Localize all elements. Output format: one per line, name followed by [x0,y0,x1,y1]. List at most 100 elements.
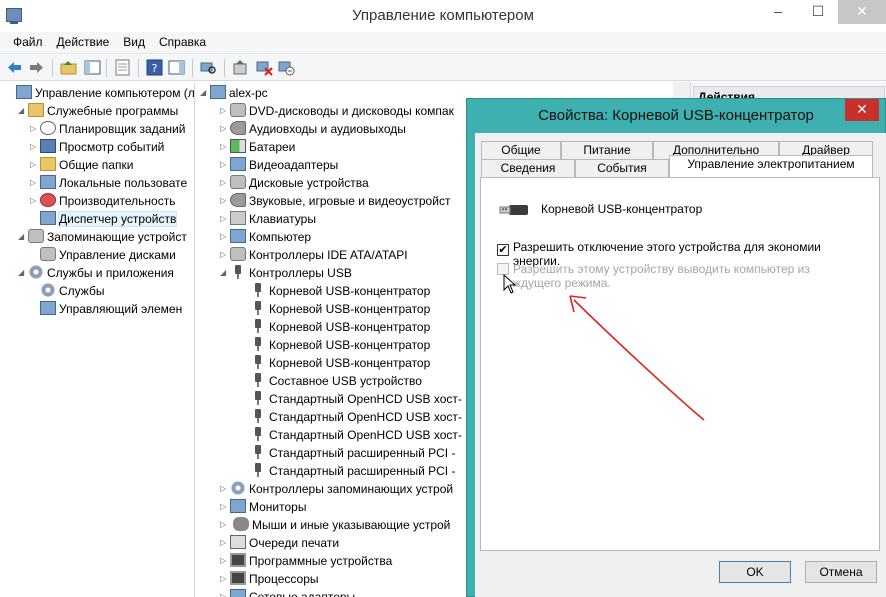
device-tree-item[interactable]: Стандартный расширенный PCI - [240,444,455,462]
device-tree-item[interactable]: Корневой USB-концентратор [240,336,430,354]
tab-general[interactable]: Общие [481,141,561,159]
disable-device-icon[interactable] [256,59,273,76]
device-tree-item[interactable]: Корневой USB-концентратор [240,300,430,318]
device-tree-item[interactable]: ▷ Контроллеры IDE ATA/ATAPI [220,246,408,264]
collapsed-arrow-icon[interactable]: ▷ [220,552,230,570]
collapsed-arrow-icon[interactable]: ▷ [220,570,230,588]
device-tree-item[interactable]: Корневой USB-концентратор [240,318,430,336]
device-tree-item[interactable]: Стандартный OpenHCD USB хост- [240,408,462,426]
collapsed-arrow-icon[interactable]: ▷ [220,480,230,498]
collapsed-arrow-icon[interactable]: ▷ [220,102,230,120]
folder-icon [28,103,44,117]
tab-details[interactable]: Сведения [481,159,575,177]
nav-tree-item[interactable]: ▷ Планировщик заданий [30,120,185,138]
close-button[interactable]: ✕ [838,0,886,24]
menu-view[interactable]: Вид [116,32,152,53]
collapsed-arrow-icon[interactable]: ▷ [220,516,230,534]
collapsed-arrow-icon[interactable]: ▷ [220,120,230,138]
cancel-button[interactable]: Отмена [805,561,877,583]
up-folder-icon[interactable] [60,59,77,76]
action-pane-icon[interactable] [168,59,185,76]
allow-power-off-checkbox[interactable]: ✔ [497,244,509,256]
help-icon[interactable]: ? [146,59,163,76]
scan-hardware-icon[interactable] [200,59,217,76]
collapsed-arrow-icon[interactable]: ▷ [220,228,230,246]
device-tree-item[interactable]: ▷ Мыши и иные указывающие устрой [220,516,450,534]
device-tree-item[interactable]: ▷ Клавиатуры [220,210,316,228]
device-tree-item[interactable]: ▷ Звуковые, игровые и видеоустройст [220,192,450,210]
device-tree-item[interactable]: ▷ Контроллеры запоминающих устрой [220,480,453,498]
nav-tree-item[interactable]: ◢ Запоминающие устройст [18,228,187,246]
collapsed-arrow-icon[interactable]: ▷ [220,138,230,156]
device-tree-item[interactable]: ▷ Компьютер [220,228,311,246]
device-tree-item[interactable]: ▷ Видеоадаптеры [220,156,338,174]
collapsed-arrow-icon[interactable]: ▷ [220,210,230,228]
collapsed-arrow-icon[interactable]: ▷ [30,174,40,192]
show-hide-tree-icon[interactable] [84,59,101,76]
device-tree-item[interactable]: ▷ Батареи [220,138,295,156]
nav-tree-item[interactable]: ◢ Службы и приложения [18,264,174,282]
tab-events[interactable]: События [575,159,669,177]
tab-power-management[interactable]: Управление электропитанием [669,155,873,177]
device-tree-item[interactable]: ▷ Очереди печати [220,534,339,552]
device-tree-item[interactable]: Корневой USB-концентратор [240,282,430,300]
ok-button[interactable]: OK [719,561,791,583]
device-tree-item[interactable]: ▷ DVD-дисководы и дисководы компак [220,102,454,120]
device-tree-item[interactable]: ◢ Контроллеры USB [220,264,352,282]
device-tree-item[interactable]: ▷ Мониторы [220,498,306,516]
dialog-close-button[interactable]: ✕ [845,99,879,121]
collapsed-arrow-icon[interactable]: ▷ [220,588,230,597]
forward-arrow-icon[interactable] [28,59,45,76]
device-tree-item[interactable]: ▷ Сетевые адаптеры [220,588,355,597]
update-driver-icon[interactable] [232,59,249,76]
nav-tree-item[interactable]: ▷ Просмотр событий [30,138,164,156]
expanded-arrow-icon[interactable]: ◢ [220,264,230,282]
maximize-button[interactable]: ☐ [798,0,838,24]
collapsed-arrow-icon[interactable]: ▷ [220,192,230,210]
tree-item-label: Корневой USB-концентратор [269,356,431,370]
uninstall-device-icon[interactable] [278,59,295,76]
device-tree-item[interactable]: Стандартный OpenHCD USB хост- [240,426,462,444]
device-tree-item[interactable]: ▷ Программные устройства [220,552,392,570]
collapsed-arrow-icon[interactable]: ▷ [220,246,230,264]
nav-tree-item[interactable]: ▷ Производительность [30,192,175,210]
expanded-arrow-icon[interactable]: ◢ [18,228,28,246]
menu-file[interactable]: Файл [6,32,50,53]
collapsed-arrow-icon[interactable]: ▷ [220,156,230,174]
device-tree-item[interactable]: Составное USB устройство [240,372,422,390]
nav-tree-item[interactable]: ▷ Общие папки [30,156,133,174]
expanded-arrow-icon[interactable]: ◢ [18,264,28,282]
collapsed-arrow-icon[interactable]: ▷ [30,192,40,210]
collapsed-arrow-icon[interactable]: ▷ [30,138,40,156]
collapsed-arrow-icon[interactable]: ▷ [220,534,230,552]
nav-tree-item[interactable]: ◢ Служебные программы [18,102,178,120]
collapsed-arrow-icon[interactable]: ▷ [220,498,230,516]
nav-tree-item[interactable]: Управляющий элемен [30,300,182,318]
device-tree-item[interactable]: Корневой USB-концентратор [240,354,430,372]
minimize-button[interactable]: – [758,0,798,24]
device-tree-item[interactable]: ▷ Аудиовходы и аудиовыходы [220,120,406,138]
expanded-arrow-icon[interactable]: ◢ [18,102,28,120]
tree-item-label: DVD-дисководы и дисководы компак [249,104,454,118]
collapsed-arrow-icon[interactable]: ▷ [30,120,40,138]
nav-tree-item[interactable]: Службы [30,282,104,300]
device-tree-item[interactable]: Стандартный расширенный PCI - [240,462,455,480]
device-tree-item[interactable]: Стандартный OpenHCD USB хост- [240,390,462,408]
device-tree-item[interactable]: ◢ alex-pc [200,84,268,102]
nav-tree-item[interactable]: ▷ Локальные пользовате [30,174,187,192]
expanded-arrow-icon[interactable]: ◢ [200,84,210,102]
nav-tree-item[interactable]: Управление компьютером (л [6,84,194,102]
collapsed-arrow-icon[interactable]: ▷ [30,156,40,174]
menu-help[interactable]: Справка [152,32,213,53]
tab-power[interactable]: Питание [561,141,653,159]
menu-action[interactable]: Действие [50,32,117,53]
nav-tree-item[interactable]: Управление дисками [30,246,176,264]
usb-icon [250,355,266,369]
back-arrow-icon[interactable] [6,59,23,76]
nav-tree-item[interactable]: Диспетчер устройств [30,210,178,228]
device-tree-item[interactable]: ▷ Процессоры [220,570,319,588]
device-tree-item[interactable]: ▷ Дисковые устройства [220,174,369,192]
properties-icon[interactable] [114,59,131,76]
usb-icon [250,427,266,441]
collapsed-arrow-icon[interactable]: ▷ [220,174,230,192]
